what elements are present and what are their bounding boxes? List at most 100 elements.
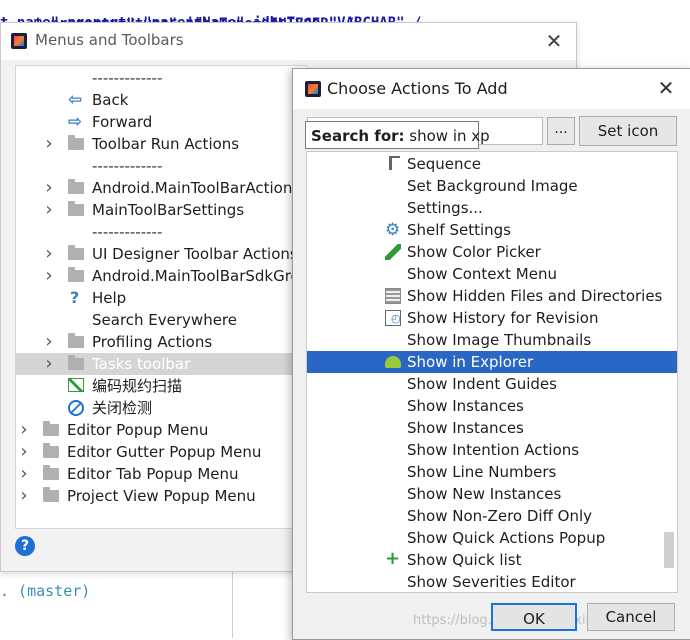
browse-button[interactable]: ...	[547, 117, 575, 145]
intellij-icon	[11, 33, 27, 49]
choose-actions-dialog: Choose Actions To Add ✕ Search for: show…	[292, 68, 690, 640]
tree-item[interactable]: 编码规约扫描	[16, 375, 306, 397]
action-label: Shelf Settings	[407, 221, 511, 239]
action-list-item[interactable]: Show Intention Actions	[307, 439, 677, 461]
folder-icon	[43, 443, 59, 458]
action-list-item[interactable]: Show Instances	[307, 395, 677, 417]
action-list-item[interactable]: Sequence	[307, 153, 677, 175]
action-list-item[interactable]: ⚙ Shelf Settings	[307, 219, 677, 241]
forward-arrow-icon: ⇨	[68, 112, 83, 132]
tree-item-label: Profiling Actions	[92, 333, 213, 351]
tree-item[interactable]: › Tasks toolbar	[16, 353, 306, 375]
tree-item[interactable]: -------------	[16, 221, 306, 243]
tree-item-label: MainToolBarSettings	[92, 201, 245, 219]
action-label: Settings...	[407, 199, 483, 217]
action-label: Show Image Thumbnails	[407, 331, 592, 349]
quick-list-icon: +	[385, 548, 401, 569]
action-label: Show Severities Editor	[407, 573, 576, 591]
tree-item[interactable]: ⇨ Forward	[16, 111, 306, 133]
set-icon-label: Set icon	[597, 122, 659, 140]
action-label: Show Color Picker	[407, 243, 541, 261]
action-list-item[interactable]: + Show Quick list	[307, 549, 677, 571]
tree-item[interactable]: › UI Designer Toolbar Actions	[16, 243, 306, 265]
scan-icon	[68, 378, 84, 392]
chevron-right-icon[interactable]: ›	[19, 463, 29, 485]
actions-list[interactable]: Sequence Set Background Image Settings... ⚙…	[306, 151, 678, 593]
action-label: Show History for Revision	[407, 309, 599, 327]
tree-item[interactable]: › Toolbar Run Actions	[16, 133, 306, 155]
chevron-right-icon[interactable]: ›	[19, 441, 29, 463]
history-icon: ◴	[385, 310, 401, 326]
tree-item-label: Forward	[92, 113, 153, 131]
action-label: Show Instances	[407, 419, 524, 437]
code-line: ' property="type" jdbcType="INTEGER" />	[0, 0, 363, 32]
dialog-title: Menus and Toolbars	[35, 31, 184, 49]
dialog-title: Choose Actions To Add	[327, 79, 508, 98]
tree-item[interactable]: -------------	[16, 67, 306, 89]
tree-item[interactable]: -------------	[16, 155, 306, 177]
action-list-item[interactable]: Show Hidden Files and Directories	[307, 285, 677, 307]
tree-item[interactable]: 关闭检测	[16, 397, 306, 419]
ok-button[interactable]: OK	[491, 603, 577, 631]
tree-item[interactable]: › Android.MainToolBarSdkGroup	[16, 265, 306, 287]
tree-item-label: UI Designer Toolbar Actions	[92, 245, 298, 263]
tree-item[interactable]: Search Everywhere	[16, 309, 306, 331]
tree-item[interactable]: › Profiling Actions	[16, 331, 306, 353]
tree-item[interactable]: ? Help	[16, 287, 306, 309]
tree-item[interactable]: › Project View Popup Menu	[16, 485, 306, 507]
folder-icon	[68, 245, 84, 260]
action-label: Show Line Numbers	[407, 463, 557, 481]
chevron-right-icon[interactable]: ›	[19, 485, 29, 507]
tree-item-label: Editor Tab Popup Menu	[67, 465, 239, 483]
action-list-item[interactable]: Show in Explorer	[307, 351, 677, 373]
action-list-item[interactable]: Show Color Picker	[307, 241, 677, 263]
tree-item[interactable]: › MainToolBarSettings	[16, 199, 306, 221]
folder-icon	[68, 333, 84, 348]
action-label: Show Instances	[407, 397, 524, 415]
gear-icon: ⚙	[385, 220, 401, 240]
action-label: Show Non-Zero Diff Only	[407, 507, 593, 525]
prohibited-icon	[68, 400, 84, 416]
tree-item[interactable]: › Editor Tab Popup Menu	[16, 463, 306, 485]
list-scrollbar[interactable]	[664, 532, 674, 568]
chevron-right-icon[interactable]: ›	[44, 353, 54, 375]
tree-item[interactable]: › Android.MainToolBarActions	[16, 177, 306, 199]
back-arrow-icon: ⇦	[68, 90, 83, 110]
action-label: Show Quick Actions Popup	[407, 529, 606, 547]
chevron-right-icon[interactable]: ›	[19, 419, 29, 441]
chevron-right-icon[interactable]: ›	[44, 177, 54, 199]
chevron-right-icon[interactable]: ›	[44, 133, 54, 155]
terminal-branch-text: . (master)	[0, 582, 91, 600]
action-list-item[interactable]: Show New Instances	[307, 483, 677, 505]
chevron-right-icon[interactable]: ›	[44, 199, 54, 221]
tree-item[interactable]: › Editor Gutter Popup Menu	[16, 441, 306, 463]
cancel-button[interactable]: Cancel	[587, 603, 675, 631]
set-icon-button[interactable]: Set icon	[579, 116, 677, 146]
action-list-item[interactable]: Show Image Thumbnails	[307, 329, 677, 351]
tree-item[interactable]: ⇦ Back	[16, 89, 306, 111]
android-icon	[385, 356, 401, 368]
action-list-item[interactable]: Settings...	[307, 197, 677, 219]
menus-tree[interactable]: ------------- ⇦ Back ⇨ Forward › Toolbar Run A…	[15, 65, 307, 529]
tree-item[interactable]: › Editor Popup Menu	[16, 419, 306, 441]
tree-item-label: Android.MainToolBarSdkGroup	[92, 267, 307, 285]
action-list-item[interactable]: ◴ Show History for Revision	[307, 307, 677, 329]
action-list-item[interactable]: Show Context Menu	[307, 263, 677, 285]
tree-item-label: -------------	[92, 69, 163, 87]
chevron-right-icon[interactable]: ›	[44, 331, 54, 353]
help-button[interactable]: ?	[15, 536, 35, 556]
close-icon[interactable]: ✕	[543, 31, 565, 53]
close-icon[interactable]: ✕	[655, 78, 677, 100]
action-list-item[interactable]: Show Indent Guides	[307, 373, 677, 395]
action-label: Show Indent Guides	[407, 375, 557, 393]
action-list-item[interactable]: Show Line Numbers	[307, 461, 677, 483]
action-list-item[interactable]: Show Severities Editor	[307, 571, 677, 592]
action-list-item[interactable]: Show Quick Actions Popup	[307, 527, 677, 549]
action-list-item[interactable]: Show Instances	[307, 417, 677, 439]
action-list-item[interactable]: Set Background Image	[307, 175, 677, 197]
chevron-right-icon[interactable]: ›	[44, 265, 54, 287]
tree-item-label: -------------	[92, 223, 163, 241]
action-list-item[interactable]: Show Non-Zero Diff Only	[307, 505, 677, 527]
chevron-right-icon[interactable]: ›	[44, 243, 54, 265]
hidden-files-icon	[385, 288, 401, 304]
